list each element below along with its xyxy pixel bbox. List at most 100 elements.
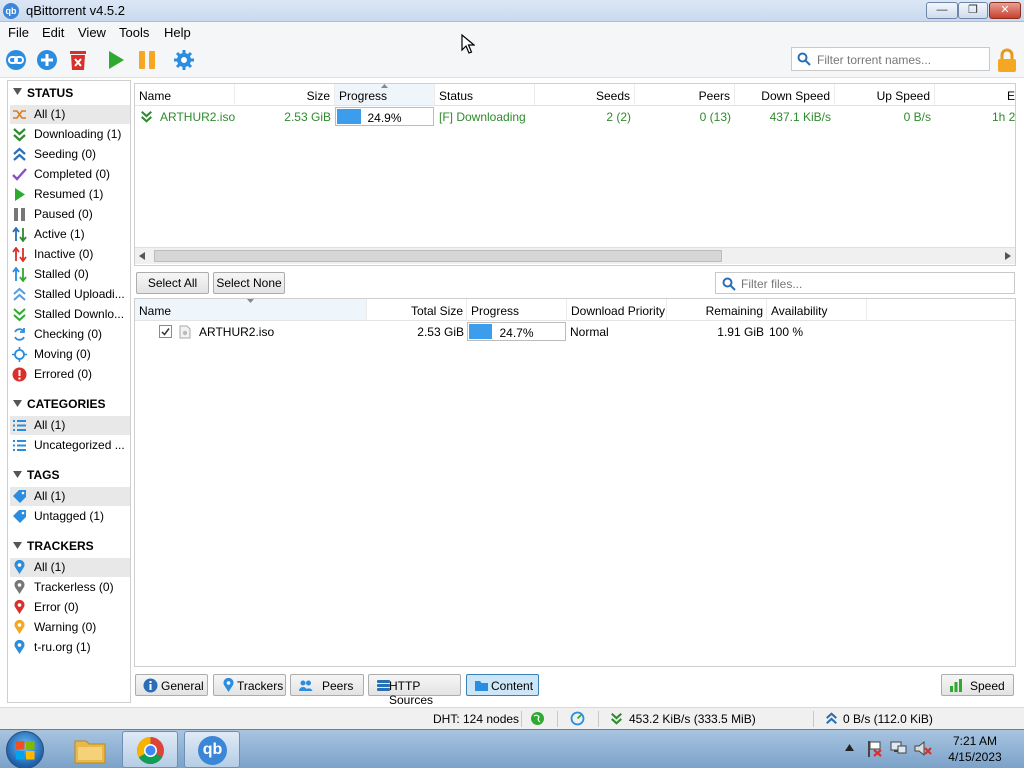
column-header-name[interactable]: Name [135,84,235,106]
scrollbar-thumb[interactable] [154,250,722,262]
taskbar-qbittorrent[interactable]: qb [184,731,240,768]
pause-icon[interactable] [136,49,158,71]
column-peers-label: Peers [698,89,730,103]
title-bar: qb qBittorrent v4.5.2 — ❐ ✕ [0,0,1024,22]
column-header-eta[interactable]: E [935,84,1015,106]
content-column-priority[interactable]: Download Priority [567,299,667,321]
collapse-arrow-icon[interactable] [13,88,22,97]
system-clock[interactable]: 7:21 AM 4/15/2023 [940,733,1010,765]
folder-icon [74,740,106,764]
category-all-label: All (1) [34,418,66,432]
check-icon [161,328,170,336]
file-priority[interactable]: Normal [570,325,609,339]
tab-content[interactable]: Content [466,674,539,696]
horizontal-scrollbar[interactable] [135,247,1015,264]
category-all[interactable]: All (1) [10,416,130,435]
close-button[interactable]: ✕ [989,2,1021,19]
speed-limit-icon[interactable] [570,711,585,726]
column-header-up-speed[interactable]: Up Speed [835,84,935,106]
menu-help[interactable]: Help [164,25,191,40]
column-header-size[interactable]: Size [235,84,335,106]
collapse-arrow-icon[interactable] [13,471,22,480]
globe-connected-icon[interactable] [530,711,545,726]
torrent-status: [F] Downloading [439,110,526,124]
column-header-progress[interactable]: Progress [335,84,435,106]
status-all[interactable]: All (1) [10,105,130,124]
file-checkbox[interactable] [159,325,172,338]
upload-speed-status[interactable]: 0 B/s (112.0 KiB) [843,712,933,726]
status-downloading[interactable]: Downloading (1) [10,125,130,144]
tab-trackers[interactable]: Trackers [213,674,286,696]
tracker-trackerless[interactable]: Trackerless (0) [10,578,130,597]
collapse-arrow-icon[interactable] [13,542,22,551]
menu-tools[interactable]: Tools [119,25,149,40]
menu-view[interactable]: View [78,25,106,40]
show-hidden-icons-icon[interactable] [845,744,854,751]
filter-files-input[interactable]: Filter files... [715,272,1015,294]
tag-all-label: All (1) [34,489,66,503]
status-errored[interactable]: Errored (0) [10,365,130,384]
table-row[interactable]: ARTHUR2.iso 2.53 GiB 24.7% Normal 1.91 G… [135,321,1015,343]
volume-muted-icon[interactable] [914,740,932,757]
content-column-total-size[interactable]: Total Size [367,299,467,321]
tab-general[interactable]: General [135,674,208,696]
content-column-name[interactable]: Name [135,299,367,321]
tab-http-sources[interactable]: HTTP Sources [368,674,461,707]
status-moving[interactable]: Moving (0) [10,345,130,364]
status-seeding[interactable]: Seeding (0) [10,145,130,164]
map-pin-icon [223,678,234,692]
download-speed-status[interactable]: 453.2 KiB/s (333.5 MiB) [629,712,756,726]
info-icon [143,678,158,693]
menu-file[interactable]: File [8,25,29,40]
delete-torrent-icon[interactable] [67,49,89,71]
status-stalled-uploading[interactable]: Stalled Uploadi... [10,285,130,304]
add-torrent-link-icon[interactable] [5,49,27,71]
torrent-search-input[interactable]: Filter torrent names... [791,47,990,71]
column-header-peers[interactable]: Peers [635,84,735,106]
taskbar-file-explorer[interactable] [62,731,118,768]
table-row[interactable]: ARTHUR2.iso 2.53 GiB 24.9% [F] Downloadi… [135,106,1015,128]
taskbar-chrome[interactable] [122,731,178,768]
action-center-flag-icon[interactable] [866,740,883,757]
column-seeds-label: Seeds [595,89,630,103]
collapse-arrow-icon[interactable] [13,400,22,409]
start-button[interactable] [6,731,44,768]
tracker-t-ru-org[interactable]: t-ru.org (1) [10,638,130,657]
resume-icon[interactable] [105,49,127,71]
speed-button[interactable]: Speed [941,674,1014,696]
minimize-button[interactable]: — [926,2,958,19]
category-uncategorized[interactable]: Uncategorized ... [10,436,130,455]
menu-edit[interactable]: Edit [42,25,64,40]
status-active[interactable]: Active (1) [10,225,130,244]
add-torrent-file-icon[interactable] [36,49,58,71]
tab-peers[interactable]: Peers [290,674,364,696]
tag-untagged[interactable]: Untagged (1) [10,507,130,526]
status-resumed[interactable]: Resumed (1) [10,185,130,204]
tracker-all[interactable]: All (1) [10,558,130,577]
content-column-remaining[interactable]: Remaining [667,299,767,321]
tracker-warning[interactable]: Warning (0) [10,618,130,637]
status-paused[interactable]: Paused (0) [10,205,130,224]
content-column-availability[interactable]: Availability [767,299,867,321]
file-name: ARTHUR2.iso [199,325,275,339]
scroll-right-icon[interactable] [1005,252,1011,260]
lock-icon[interactable] [996,48,1018,74]
status-stalled[interactable]: Stalled (0) [10,265,130,284]
restore-button[interactable]: ❐ [958,2,988,19]
content-column-progress[interactable]: Progress [467,299,567,321]
status-stalled-downloading[interactable]: Stalled Downlo... [10,305,130,324]
column-header-status[interactable]: Status [435,84,535,106]
status-checking[interactable]: Checking (0) [10,325,130,344]
select-none-button[interactable]: Select None [213,272,285,294]
select-all-button[interactable]: Select All [136,272,209,294]
scroll-left-icon[interactable] [139,252,145,260]
status-completed[interactable]: Completed (0) [10,165,130,184]
status-inactive[interactable]: Inactive (0) [10,245,130,264]
column-header-seeds[interactable]: Seeds [535,84,635,106]
upload-icon [13,147,26,161]
column-header-down-speed[interactable]: Down Speed [735,84,835,106]
network-icon[interactable] [890,740,908,757]
tracker-error[interactable]: Error (0) [10,598,130,617]
tag-all[interactable]: All (1) [10,487,130,506]
options-gear-icon[interactable] [173,49,195,71]
